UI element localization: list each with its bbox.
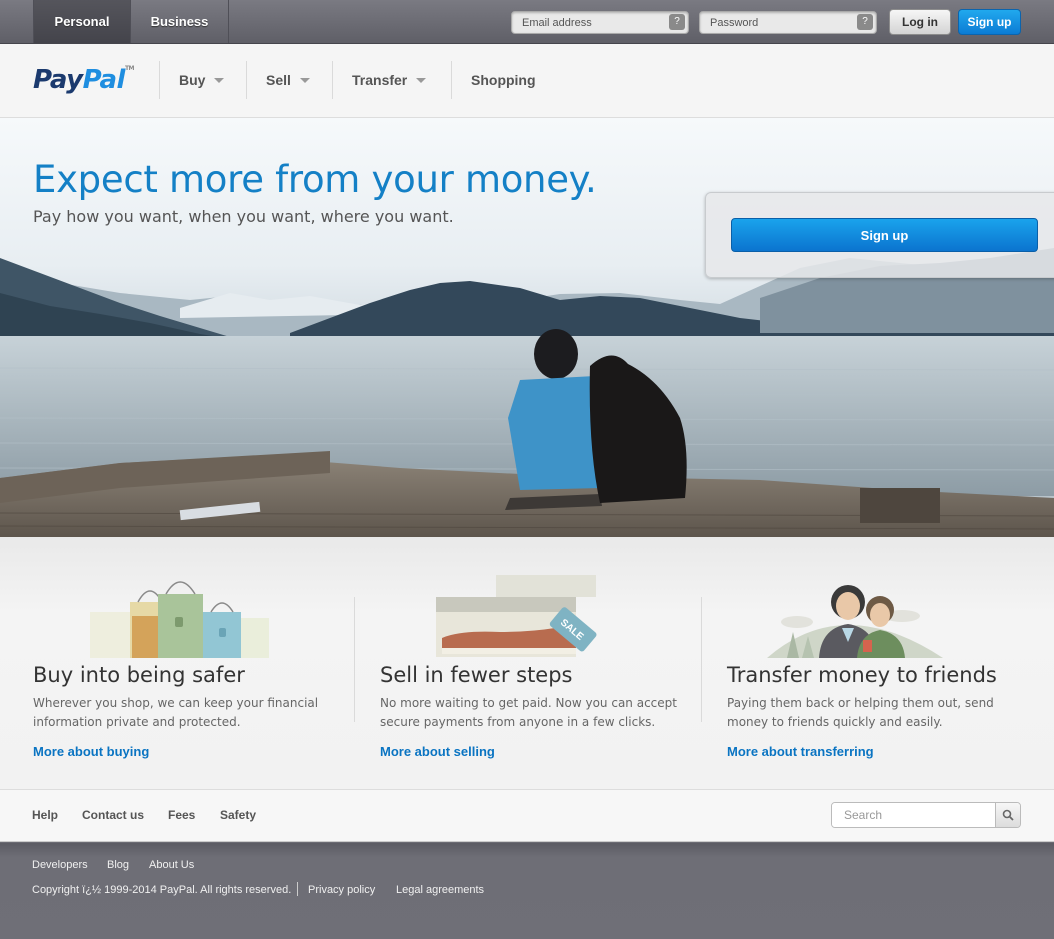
hero-subtitle: Pay how you want, when you want, where y… <box>33 207 454 226</box>
login-button[interactable]: Log in <box>889 9 951 35</box>
feature-sell-title: Sell in fewer steps <box>380 663 573 687</box>
feature-transfer-title: Transfer money to friends <box>727 663 997 687</box>
more-about-transferring-link[interactable]: More about transferring <box>727 744 874 759</box>
hero-title: Expect more from your money. <box>33 158 597 201</box>
bottom-footer: Developers Blog About Us Copyright ï¿½ 1… <box>0 843 1054 939</box>
search-input[interactable] <box>832 803 996 827</box>
footer-link-about-us[interactable]: About Us <box>149 859 194 871</box>
footer-link-blog[interactable]: Blog <box>107 859 129 871</box>
footer-link-fees[interactable]: Fees <box>168 808 195 822</box>
feature-sell-text: No more waiting to get paid. Now you can… <box>380 696 677 729</box>
footer-links-bar: Help Contact us Fees Safety <box>0 790 1054 842</box>
nav-transfer[interactable]: Transfer <box>332 61 451 99</box>
copyright-text: Copyright ï¿½ 1999-2014 PayPal. All righ… <box>32 884 292 896</box>
footer-separator <box>297 882 298 896</box>
nav-shopping[interactable]: Shopping <box>451 61 561 99</box>
footer-link-contact-us[interactable]: Contact us <box>82 808 144 822</box>
two-people-icon <box>767 585 943 658</box>
feature-transfer-text: Paying them back or helping them out, se… <box>727 696 994 729</box>
paypal-logo[interactable]: PayPalTM <box>33 65 135 95</box>
signup-button-hero[interactable]: Sign up <box>731 218 1038 252</box>
nav-transfer-label: Transfer <box>352 72 408 88</box>
tab-business[interactable]: Business <box>131 0 229 43</box>
footer-link-developers[interactable]: Developers <box>32 859 88 871</box>
signup-panel: Sign up <box>705 192 1054 278</box>
password-field: ? <box>699 11 877 34</box>
more-about-selling-link[interactable]: More about selling <box>380 744 495 759</box>
logo-pal-text: Pal <box>82 65 126 95</box>
logo-pay-text: Pay <box>33 65 83 95</box>
search-box <box>831 802 1021 828</box>
nav-sell-label: Sell <box>266 72 291 88</box>
divider <box>701 597 702 722</box>
feature-sell: SALE Sell in fewer steps No more waiting… <box>380 537 680 790</box>
chevron-down-icon <box>299 77 310 83</box>
features-section: Buy into being safer Wherever you shop, … <box>0 537 1054 790</box>
feature-buy-text: Wherever you shop, we can keep your fina… <box>33 696 319 729</box>
nav-shopping-label: Shopping <box>471 72 536 88</box>
feature-buy: Buy into being safer Wherever you shop, … <box>33 537 333 790</box>
shoe-sale-tag-icon: SALE <box>436 575 597 657</box>
nav-sell[interactable]: Sell <box>246 61 332 99</box>
footer-link-legal-agreements[interactable]: Legal agreements <box>396 884 484 896</box>
chevron-down-icon <box>416 77 427 83</box>
feature-transfer: Transfer money to friends Paying them ba… <box>727 537 1027 790</box>
divider <box>354 597 355 722</box>
tab-personal[interactable]: Personal <box>33 0 131 43</box>
more-about-buying-link[interactable]: More about buying <box>33 744 149 759</box>
email-help-icon[interactable]: ? <box>669 14 685 30</box>
password-input[interactable] <box>700 12 850 33</box>
signup-button-top[interactable]: Sign up <box>958 9 1021 35</box>
top-bar: Personal Business ? ? Log in Sign up <box>0 0 1054 44</box>
shopping-bags-icon <box>90 581 269 658</box>
footer-link-help[interactable]: Help <box>32 808 58 822</box>
nav-buy-label: Buy <box>179 72 206 88</box>
main-header: PayPalTM Buy Sell Transfer Shopping <box>0 44 1054 118</box>
feature-buy-title: Buy into being safer <box>33 663 245 687</box>
footer-link-safety[interactable]: Safety <box>220 808 256 822</box>
footer-link-privacy-policy[interactable]: Privacy policy <box>308 884 375 896</box>
chevron-down-icon <box>214 77 225 83</box>
nav-buy[interactable]: Buy <box>159 61 246 99</box>
hero-banner: Expect more from your money. Pay how you… <box>0 118 1054 537</box>
search-icon <box>1002 809 1014 821</box>
email-field: ? <box>511 11 689 34</box>
logo-tm-text: TM <box>124 65 135 72</box>
email-input[interactable] <box>512 12 662 33</box>
search-button[interactable] <box>995 803 1020 827</box>
password-help-icon[interactable]: ? <box>857 14 873 30</box>
